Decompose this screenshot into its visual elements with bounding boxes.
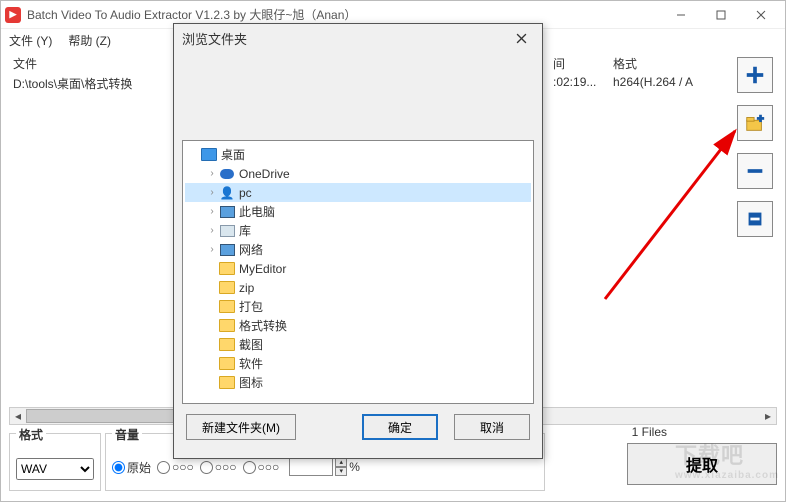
tree-item[interactable]: › pc <box>185 183 531 202</box>
tree-item-label: 格式转换 <box>237 317 287 334</box>
tree-item[interactable]: 格式转换 <box>185 316 531 335</box>
tree-item[interactable]: MyEditor <box>185 259 531 278</box>
radio-opt2[interactable]: ○○○ <box>157 458 194 476</box>
expand-icon[interactable]: › <box>207 225 217 236</box>
tree-item-label: 图标 <box>237 374 263 391</box>
maximize-button[interactable] <box>701 2 741 28</box>
files-count: 1 Files <box>632 425 667 439</box>
radio-opt3[interactable]: ○○○ <box>200 458 237 476</box>
tree-item[interactable]: 图标 <box>185 373 531 392</box>
tree-item[interactable]: 桌面 <box>185 145 531 164</box>
expand-icon[interactable]: › <box>207 187 217 198</box>
cell-time: :02:19... <box>549 75 609 95</box>
drive-icon <box>219 224 235 238</box>
tree-item[interactable]: ›库 <box>185 221 531 240</box>
monitor-icon <box>219 243 235 257</box>
tree-item-label: MyEditor <box>237 262 286 276</box>
folder-icon <box>219 338 235 352</box>
tree-item-label: OneDrive <box>237 167 290 181</box>
format-select[interactable]: WAV <box>16 458 94 480</box>
volume-label: 音量 <box>112 426 142 443</box>
new-folder-button[interactable]: 新建文件夹(M) <box>186 414 296 440</box>
tree-item[interactable]: 打包 <box>185 297 531 316</box>
ok-button[interactable]: 确定 <box>362 414 438 440</box>
folder-blue-icon <box>201 148 217 162</box>
folder-icon <box>219 376 235 390</box>
folder-icon <box>219 300 235 314</box>
cloud-icon <box>219 167 235 181</box>
browse-folder-dialog: 浏览文件夹 桌面›OneDrive›pc›此电脑›库›网络MyEditorzip… <box>173 23 543 459</box>
tree-item[interactable]: 截图 <box>185 335 531 354</box>
person-icon <box>219 186 235 200</box>
radio-original[interactable]: 原始 <box>112 458 151 476</box>
tree-item-label: 桌面 <box>219 146 245 163</box>
percent-symbol: % <box>349 460 360 474</box>
folder-icon <box>219 357 235 371</box>
expand-icon[interactable]: › <box>207 206 217 217</box>
folder-tree[interactable]: 桌面›OneDrive›pc›此电脑›库›网络MyEditorzip打包格式转换… <box>182 140 534 404</box>
expand-icon[interactable]: › <box>207 244 217 255</box>
extract-button[interactable]: 提取 <box>627 443 777 485</box>
tree-item[interactable]: › OneDrive <box>185 164 531 183</box>
main-window: ▶ Batch Video To Audio Extractor V1.2.3 … <box>0 0 786 502</box>
folder-icon <box>219 262 235 276</box>
tree-item-label: 截图 <box>237 336 263 353</box>
tree-item[interactable]: zip <box>185 278 531 297</box>
dialog-close-button[interactable] <box>508 27 534 49</box>
add-file-button[interactable] <box>737 57 773 93</box>
expand-icon[interactable]: › <box>207 168 217 179</box>
menu-file[interactable]: 文件 (Y) <box>9 32 52 49</box>
percent-spinner[interactable]: ▴▾ <box>335 458 347 476</box>
folder-icon <box>219 281 235 295</box>
tree-item[interactable]: › 网络 <box>185 240 531 259</box>
cancel-button[interactable]: 取消 <box>454 414 530 440</box>
radio-opt4[interactable]: ○○○ <box>243 458 280 476</box>
menu-help[interactable]: 帮助 (Z) <box>68 32 111 49</box>
tree-item-label: 此电脑 <box>237 203 275 220</box>
app-icon: ▶ <box>5 7 21 23</box>
tree-item-label: 库 <box>237 222 251 239</box>
format-group: 格式 WAV <box>9 433 101 491</box>
percent-field: ▴▾ % <box>289 458 360 476</box>
percent-input[interactable] <box>289 458 333 476</box>
tree-item[interactable]: 软件 <box>185 354 531 373</box>
side-toolbar <box>737 57 773 237</box>
monitor-icon <box>219 205 235 219</box>
window-title: Batch Video To Audio Extractor V1.2.3 by… <box>27 6 661 23</box>
format-label: 格式 <box>16 426 46 443</box>
tree-item-label: 软件 <box>237 355 263 372</box>
minimize-button[interactable] <box>661 2 701 28</box>
tree-item-label: 网络 <box>237 241 263 258</box>
tree-item-label: pc <box>237 186 252 200</box>
dialog-titlebar: 浏览文件夹 <box>174 24 542 52</box>
folder-icon <box>219 319 235 333</box>
tree-item[interactable]: › 此电脑 <box>185 202 531 221</box>
dialog-title: 浏览文件夹 <box>182 29 508 48</box>
scroll-right-icon[interactable]: ▸ <box>760 408 776 424</box>
remove-button[interactable] <box>737 153 773 189</box>
tree-item-label: zip <box>237 281 254 295</box>
tree-item-label: 打包 <box>237 298 263 315</box>
clear-button[interactable] <box>737 201 773 237</box>
scroll-left-icon[interactable]: ◂ <box>10 408 26 424</box>
add-folder-button[interactable] <box>737 105 773 141</box>
col-time: 间 <box>549 55 609 75</box>
close-button[interactable] <box>741 2 781 28</box>
